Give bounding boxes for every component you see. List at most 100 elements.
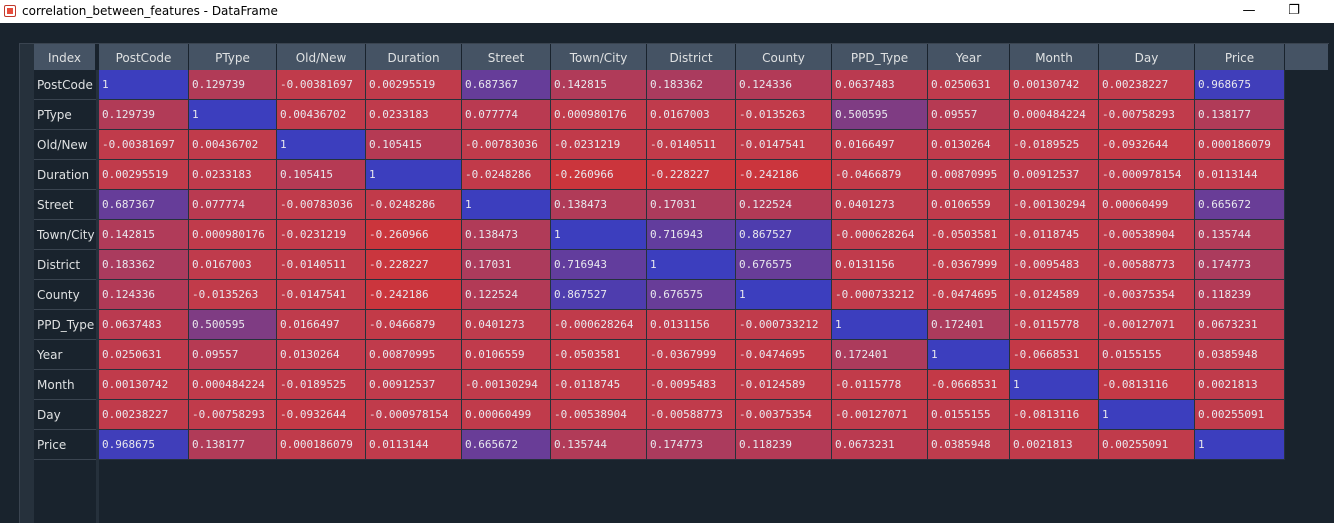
table-cell[interactable]: -0.000978154 (366, 400, 462, 430)
table-cell[interactable]: 0.500595 (189, 310, 277, 340)
table-cell[interactable]: 0.000186079 (1195, 130, 1285, 160)
table-cell[interactable]: -0.242186 (736, 160, 832, 190)
table-cell[interactable]: 0.077774 (189, 190, 277, 220)
table-cell[interactable]: 0.0113144 (1195, 160, 1285, 190)
column-header[interactable]: Price (1195, 44, 1285, 70)
table-cell[interactable]: -0.0118745 (551, 370, 647, 400)
restore-button[interactable]: ❐ (1271, 0, 1317, 23)
column-header[interactable]: Town/City (551, 44, 647, 70)
table-cell[interactable]: 0.138177 (189, 430, 277, 460)
column-header[interactable]: Street (462, 44, 551, 70)
table-cell[interactable]: 0.135744 (551, 430, 647, 460)
table-cell[interactable]: 0.0021813 (1195, 370, 1285, 400)
table-cell[interactable]: 0.867527 (551, 280, 647, 310)
table-cell[interactable]: -0.0135263 (736, 100, 832, 130)
table-cell[interactable]: 0.00060499 (1099, 190, 1195, 220)
table-cell[interactable]: 0.0250631 (99, 340, 189, 370)
table-cell[interactable]: 0.0673231 (1195, 310, 1285, 340)
table-cell[interactable]: -0.0466879 (832, 160, 928, 190)
table-cell[interactable]: 0.00295519 (99, 160, 189, 190)
table-cell[interactable]: -0.0118745 (1010, 220, 1099, 250)
table-cell[interactable]: -0.00375354 (736, 400, 832, 430)
table-cell[interactable]: -0.000978154 (1099, 160, 1195, 190)
column-header[interactable]: Month (1010, 44, 1099, 70)
row-header[interactable]: Year (34, 340, 96, 370)
table-cell[interactable]: 0.122524 (736, 190, 832, 220)
table-cell[interactable]: -0.00538904 (551, 400, 647, 430)
column-header[interactable]: County (736, 44, 832, 70)
table-cell[interactable]: 0.0637483 (832, 70, 928, 100)
table-cell[interactable]: -0.0474695 (928, 280, 1010, 310)
table-cell[interactable]: 0.138473 (551, 190, 647, 220)
column-header[interactable]: PostCode (99, 44, 189, 70)
table-cell[interactable]: 0.0166497 (277, 310, 366, 340)
table-cell[interactable]: 1 (1099, 400, 1195, 430)
table-cell[interactable]: 0.0131156 (647, 310, 736, 340)
table-cell[interactable]: 0.000484224 (189, 370, 277, 400)
table-cell[interactable]: 0.0250631 (928, 70, 1010, 100)
table-cell[interactable]: 0.968675 (1195, 70, 1285, 100)
table-cell[interactable]: -0.0231219 (551, 130, 647, 160)
table-cell[interactable]: -0.0668531 (928, 370, 1010, 400)
table-cell[interactable]: 0.0130264 (277, 340, 366, 370)
table-cell[interactable]: 1 (1195, 430, 1285, 460)
table-cell[interactable]: 0.0233183 (366, 100, 462, 130)
table-cell[interactable]: 0.00255091 (1099, 430, 1195, 460)
table-cell[interactable]: -0.0367999 (647, 340, 736, 370)
table-cell[interactable]: 0.0167003 (647, 100, 736, 130)
table-cell[interactable]: 1 (832, 310, 928, 340)
table-cell[interactable]: -0.0095483 (647, 370, 736, 400)
table-cell[interactable]: -0.0367999 (928, 250, 1010, 280)
table-cell[interactable]: 0.00870995 (928, 160, 1010, 190)
row-header[interactable]: Day (34, 400, 96, 430)
table-cell[interactable]: 0.716943 (647, 220, 736, 250)
table-cell[interactable]: -0.0503581 (928, 220, 1010, 250)
row-header[interactable]: Price (34, 430, 96, 460)
table-cell[interactable]: -0.0248286 (462, 160, 551, 190)
table-cell[interactable]: 0.867527 (736, 220, 832, 250)
table-cell[interactable]: 1 (189, 100, 277, 130)
table-cell[interactable]: -0.242186 (366, 280, 462, 310)
table-cell[interactable]: 0.0021813 (1010, 430, 1099, 460)
table-cell[interactable]: -0.0115778 (832, 370, 928, 400)
table-cell[interactable]: 1 (647, 250, 736, 280)
table-cell[interactable]: 0.000186079 (277, 430, 366, 460)
table-cell[interactable]: 0.00912537 (366, 370, 462, 400)
table-cell[interactable]: 0.138473 (462, 220, 551, 250)
table-cell[interactable]: 1 (1010, 370, 1099, 400)
table-cell[interactable]: 0.105415 (277, 160, 366, 190)
row-header[interactable]: PPD_Type (34, 310, 96, 340)
table-cell[interactable]: 0.0385948 (928, 430, 1010, 460)
table-cell[interactable]: 0.00130742 (99, 370, 189, 400)
table-cell[interactable]: 0.676575 (736, 250, 832, 280)
column-header[interactable]: PPD_Type (832, 44, 928, 70)
table-cell[interactable]: -0.00783036 (277, 190, 366, 220)
table-cell[interactable]: 0.676575 (647, 280, 736, 310)
table-cell[interactable]: 0.0166497 (832, 130, 928, 160)
row-header[interactable]: District (34, 250, 96, 280)
table-cell[interactable]: -0.0124589 (1010, 280, 1099, 310)
table-cell[interactable]: 0.077774 (462, 100, 551, 130)
table-cell[interactable]: -0.0932644 (1099, 130, 1195, 160)
row-header[interactable]: County (34, 280, 96, 310)
table-cell[interactable]: 0.142815 (99, 220, 189, 250)
table-cell[interactable]: 0.968675 (99, 430, 189, 460)
table-cell[interactable]: -0.000628264 (832, 220, 928, 250)
table-cell[interactable]: 0.0167003 (189, 250, 277, 280)
table-cell[interactable]: 0.129739 (189, 70, 277, 100)
table-cell[interactable]: -0.260966 (366, 220, 462, 250)
table-cell[interactable]: 0.0155155 (928, 400, 1010, 430)
table-cell[interactable]: 0.0385948 (1195, 340, 1285, 370)
table-cell[interactable]: 1 (551, 220, 647, 250)
table-cell[interactable]: 0.716943 (551, 250, 647, 280)
table-cell[interactable]: 0.00436702 (189, 130, 277, 160)
column-header[interactable]: Duration (366, 44, 462, 70)
table-cell[interactable]: 0.118239 (736, 430, 832, 460)
table-cell[interactable]: 0.000484224 (1010, 100, 1099, 130)
table-cell[interactable]: -0.00758293 (1099, 100, 1195, 130)
table-cell[interactable]: 0.0673231 (832, 430, 928, 460)
row-header[interactable]: Month (34, 370, 96, 400)
table-cell[interactable]: -0.0932644 (277, 400, 366, 430)
table-cell[interactable]: 0.00870995 (366, 340, 462, 370)
table-cell[interactable]: -0.0140511 (647, 130, 736, 160)
